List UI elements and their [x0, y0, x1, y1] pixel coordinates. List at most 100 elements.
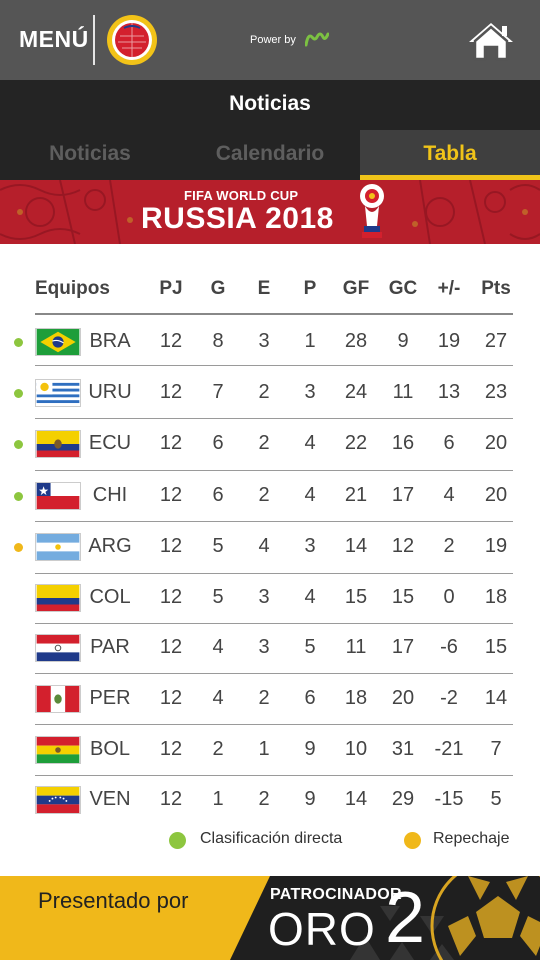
table-row-arg[interactable]: ARG 12 5 4 3 14 12 2 19: [0, 521, 540, 573]
header-pj: PJ: [159, 278, 183, 299]
header-divider-line: [35, 313, 513, 315]
presented-by-text: Presentado por: [38, 888, 189, 913]
cell-e: 2: [258, 788, 270, 810]
table-row-par[interactable]: PAR 12 4 3 5 11 17 -6 15: [0, 623, 540, 673]
cell-g: 5: [212, 586, 224, 608]
cell-pts: 18: [484, 586, 508, 608]
cell-diff: 0: [443, 586, 455, 608]
tab-noticias[interactable]: Noticias: [0, 130, 180, 180]
header-g: G: [210, 278, 226, 299]
cell-g: 7: [212, 381, 224, 403]
cell-gc: 11: [392, 381, 414, 403]
header-pts: Pts: [481, 278, 511, 299]
cell-pj: 12: [159, 535, 183, 557]
sponsor-footer[interactable]: Presentado por PATROCINADOR ORO 2: [0, 876, 540, 960]
app-screen: MENÚ Power by Noticias Noticias Calendar…: [0, 0, 540, 960]
cell-p: 6: [304, 686, 316, 709]
header-diff: +/-: [437, 278, 461, 299]
cell-pts: 15: [484, 636, 508, 658]
cell-p: 4: [304, 586, 316, 608]
cell-p: 9: [304, 737, 316, 760]
cell-pts: 27: [484, 329, 508, 352]
cell-gf: 21: [344, 483, 368, 506]
home-icon[interactable]: [467, 20, 515, 62]
cell-pts: 20: [484, 432, 508, 454]
header-p: P: [303, 278, 317, 299]
tab-calendario[interactable]: Calendario: [180, 130, 360, 180]
header-equipos: Equipos: [35, 278, 110, 299]
tab-tabla[interactable]: Tabla: [360, 130, 540, 180]
cell-gc: 20: [391, 686, 415, 709]
cell-pj: 12: [159, 381, 183, 403]
venezuela-flag-icon: [35, 786, 81, 814]
cell-pts: 5: [490, 788, 502, 810]
sponsor-tier: ORO: [268, 903, 376, 955]
direct-qualification-dot: [14, 337, 23, 347]
team-code: ARG: [88, 535, 132, 557]
cell-g: 6: [212, 432, 224, 454]
team-code: PER: [89, 686, 131, 709]
legend-direct-dot: [169, 832, 186, 849]
cell-gf: 28: [344, 329, 368, 352]
team-code: BOL: [89, 737, 131, 760]
legend: Clasificación directa Repechaje: [0, 828, 540, 852]
cell-gc: 15: [391, 586, 415, 608]
soccer-ball-icon: [430, 876, 540, 960]
table-row-bol[interactable]: BOL 12 2 1 9 10 31 -21 7: [0, 724, 540, 775]
header-gc: GC: [388, 278, 418, 299]
team-code: PAR: [90, 636, 130, 658]
colombia-flag-icon: [35, 584, 81, 612]
uruguay-flag-icon: [35, 379, 81, 407]
table-row-ecu[interactable]: ECU 12 6 2 4 22 16 6 20: [0, 418, 540, 470]
top-bar: MENÚ Power by: [0, 0, 540, 80]
cell-p: 5: [304, 636, 316, 658]
team-code: URU: [88, 381, 132, 403]
cell-g: 6: [212, 483, 224, 506]
cell-gc: 31: [391, 737, 415, 760]
cell-e: 3: [258, 586, 270, 608]
argentina-flag-icon: [35, 533, 81, 561]
direct-qualification-dot: [14, 440, 23, 449]
team-code: ECU: [88, 432, 132, 454]
table-row-bra[interactable]: BRA 12 8 3 1 28 9 19 27: [0, 318, 540, 365]
team-code: VEN: [89, 788, 131, 810]
cell-p: 3: [304, 381, 316, 403]
cell-gc: 16: [391, 432, 415, 454]
tab-bar: Noticias Calendario Tabla: [0, 130, 540, 180]
cell-gf: 14: [344, 788, 368, 810]
cell-pj: 12: [159, 329, 183, 352]
table-row-per[interactable]: PER 12 4 2 6 18 20 -2 14: [0, 673, 540, 724]
header-e: E: [257, 278, 271, 299]
cell-pj: 12: [159, 586, 183, 608]
cell-gf: 22: [344, 432, 368, 454]
table-row-col[interactable]: COL 12 5 3 4 15 15 0 18: [0, 573, 540, 623]
movistar-logo: [305, 32, 329, 47]
section-bar: Noticias: [0, 80, 540, 130]
header-gf: GF: [342, 278, 370, 299]
menu-button[interactable]: MENÚ: [19, 26, 89, 53]
row-divider: [35, 365, 513, 366]
table-row-chi[interactable]: CHI 12 6 2 4 21 17 4 20: [0, 470, 540, 521]
table-row-ven[interactable]: VEN 12 1 2 9 14 29 -15 5: [0, 775, 540, 825]
header-divider: [93, 15, 95, 65]
direct-qualification-dot: [14, 389, 23, 398]
world-cup-banner: FIFA WORLD CUP RUSSIA 2018: [0, 180, 540, 244]
cell-g: 4: [212, 686, 224, 709]
cell-pj: 12: [159, 432, 183, 454]
cell-gf: 18: [344, 686, 368, 709]
cell-g: 2: [212, 737, 224, 760]
cell-pj: 12: [159, 483, 183, 506]
cell-p: 4: [304, 483, 316, 506]
federation-crest-logo[interactable]: [106, 14, 158, 66]
sponsor-number: 2: [385, 878, 426, 958]
cell-gc: 17: [391, 483, 415, 506]
cell-diff: -21: [434, 737, 464, 760]
cell-pj: 12: [159, 737, 183, 760]
banner-subtitle: FIFA WORLD CUP: [184, 188, 299, 203]
playoff-dot: [14, 543, 23, 552]
cell-pts: 19: [484, 535, 508, 557]
table-row-uru[interactable]: URU 12 7 2 3 24 11 13 23: [0, 368, 540, 418]
cell-pj: 12: [159, 788, 183, 810]
cell-diff: -6: [440, 636, 458, 658]
cell-e: 2: [258, 686, 270, 709]
